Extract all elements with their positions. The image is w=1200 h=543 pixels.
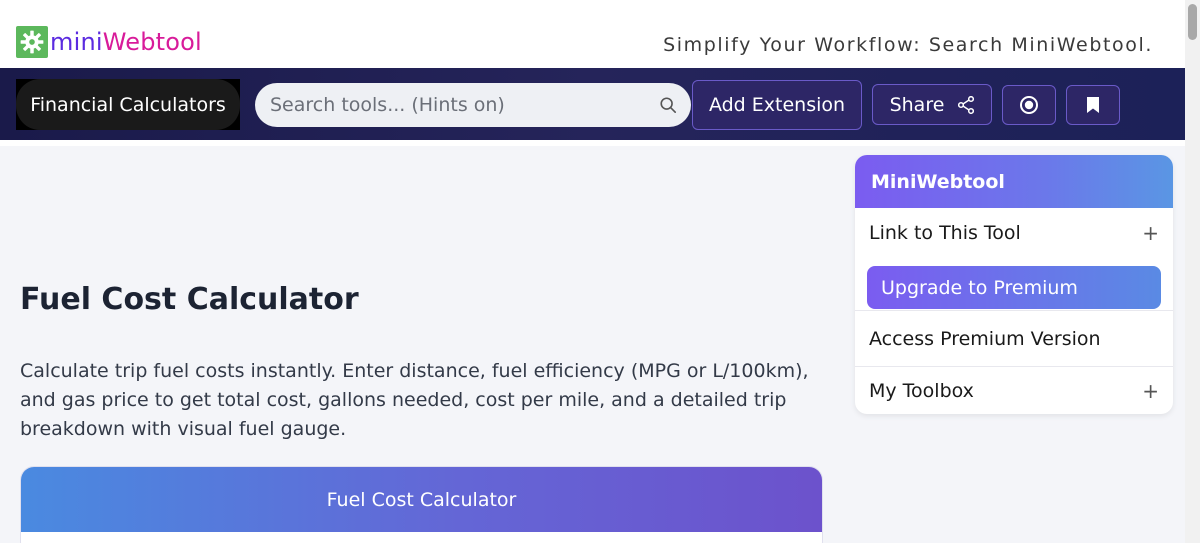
logo-text-webtool: Webtool (102, 28, 202, 56)
page-title: Fuel Cost Calculator (20, 282, 359, 317)
financial-calculators-button[interactable]: Financial Calculators (16, 79, 240, 130)
category-button-wrap: Financial Calculators (16, 79, 240, 130)
expand-icon[interactable]: + (1142, 221, 1159, 245)
site-tagline: Simplify Your Workflow: Search MiniWebto… (663, 34, 1153, 56)
my-toolbox-item[interactable]: My Toolbox + (855, 366, 1173, 414)
search-icon[interactable] (659, 96, 677, 114)
logo-text-mini: mini (50, 28, 103, 56)
my-toolbox-label: My Toolbox (869, 379, 974, 402)
main-navbar: Financial Calculators Add Extension Shar… (0, 68, 1185, 140)
access-premium-item[interactable]: Access Premium Version (855, 310, 1173, 366)
record-icon (1020, 96, 1038, 114)
record-button[interactable] (1002, 85, 1056, 125)
page-scrollbar[interactable] (1185, 0, 1200, 543)
share-button[interactable]: Share (872, 84, 992, 125)
scrollbar-thumb[interactable] (1188, 4, 1197, 40)
share-button-label: Share (889, 93, 945, 116)
calculator-card: Fuel Cost Calculator (20, 466, 823, 543)
bookmark-button[interactable] (1066, 85, 1120, 125)
access-premium-label: Access Premium Version (869, 327, 1101, 350)
add-extension-button[interactable]: Add Extension (692, 80, 862, 130)
page-description: Calculate trip fuel costs instantly. Ent… (20, 360, 809, 440)
site-header: miniWebtool Simplify Your Workflow: Sear… (0, 0, 1185, 68)
search-input[interactable] (255, 83, 655, 127)
header-divider (0, 140, 1185, 146)
site-logo[interactable]: miniWebtool (16, 26, 202, 58)
gear-icon (16, 26, 48, 58)
calculator-card-title: Fuel Cost Calculator (21, 467, 822, 532)
link-to-tool-item[interactable]: Link to This Tool + (855, 208, 1173, 258)
expand-icon[interactable]: + (1142, 379, 1159, 403)
bookmark-icon (1087, 97, 1099, 113)
link-to-tool-label: Link to This Tool (869, 222, 1021, 244)
sidebar-title: MiniWebtool (855, 155, 1173, 208)
search-bar (255, 83, 691, 127)
share-icon (958, 95, 975, 114)
upgrade-premium-button[interactable]: Upgrade to Premium (867, 266, 1161, 309)
sidebar-panel: MiniWebtool Link to This Tool + Upgrade … (855, 155, 1173, 414)
logo-text: miniWebtool (50, 28, 202, 56)
